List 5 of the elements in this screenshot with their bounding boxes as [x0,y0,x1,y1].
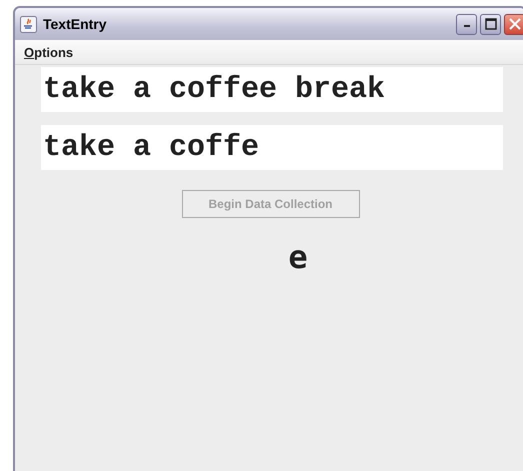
window-title: TextEntry [43,16,108,32]
current-letter: e [288,238,308,276]
text-field[interactable]: take a coffee break [41,67,503,112]
menu-item[interactable]: Options [24,44,74,60]
text-field[interactable]: take a coffe [41,125,503,170]
